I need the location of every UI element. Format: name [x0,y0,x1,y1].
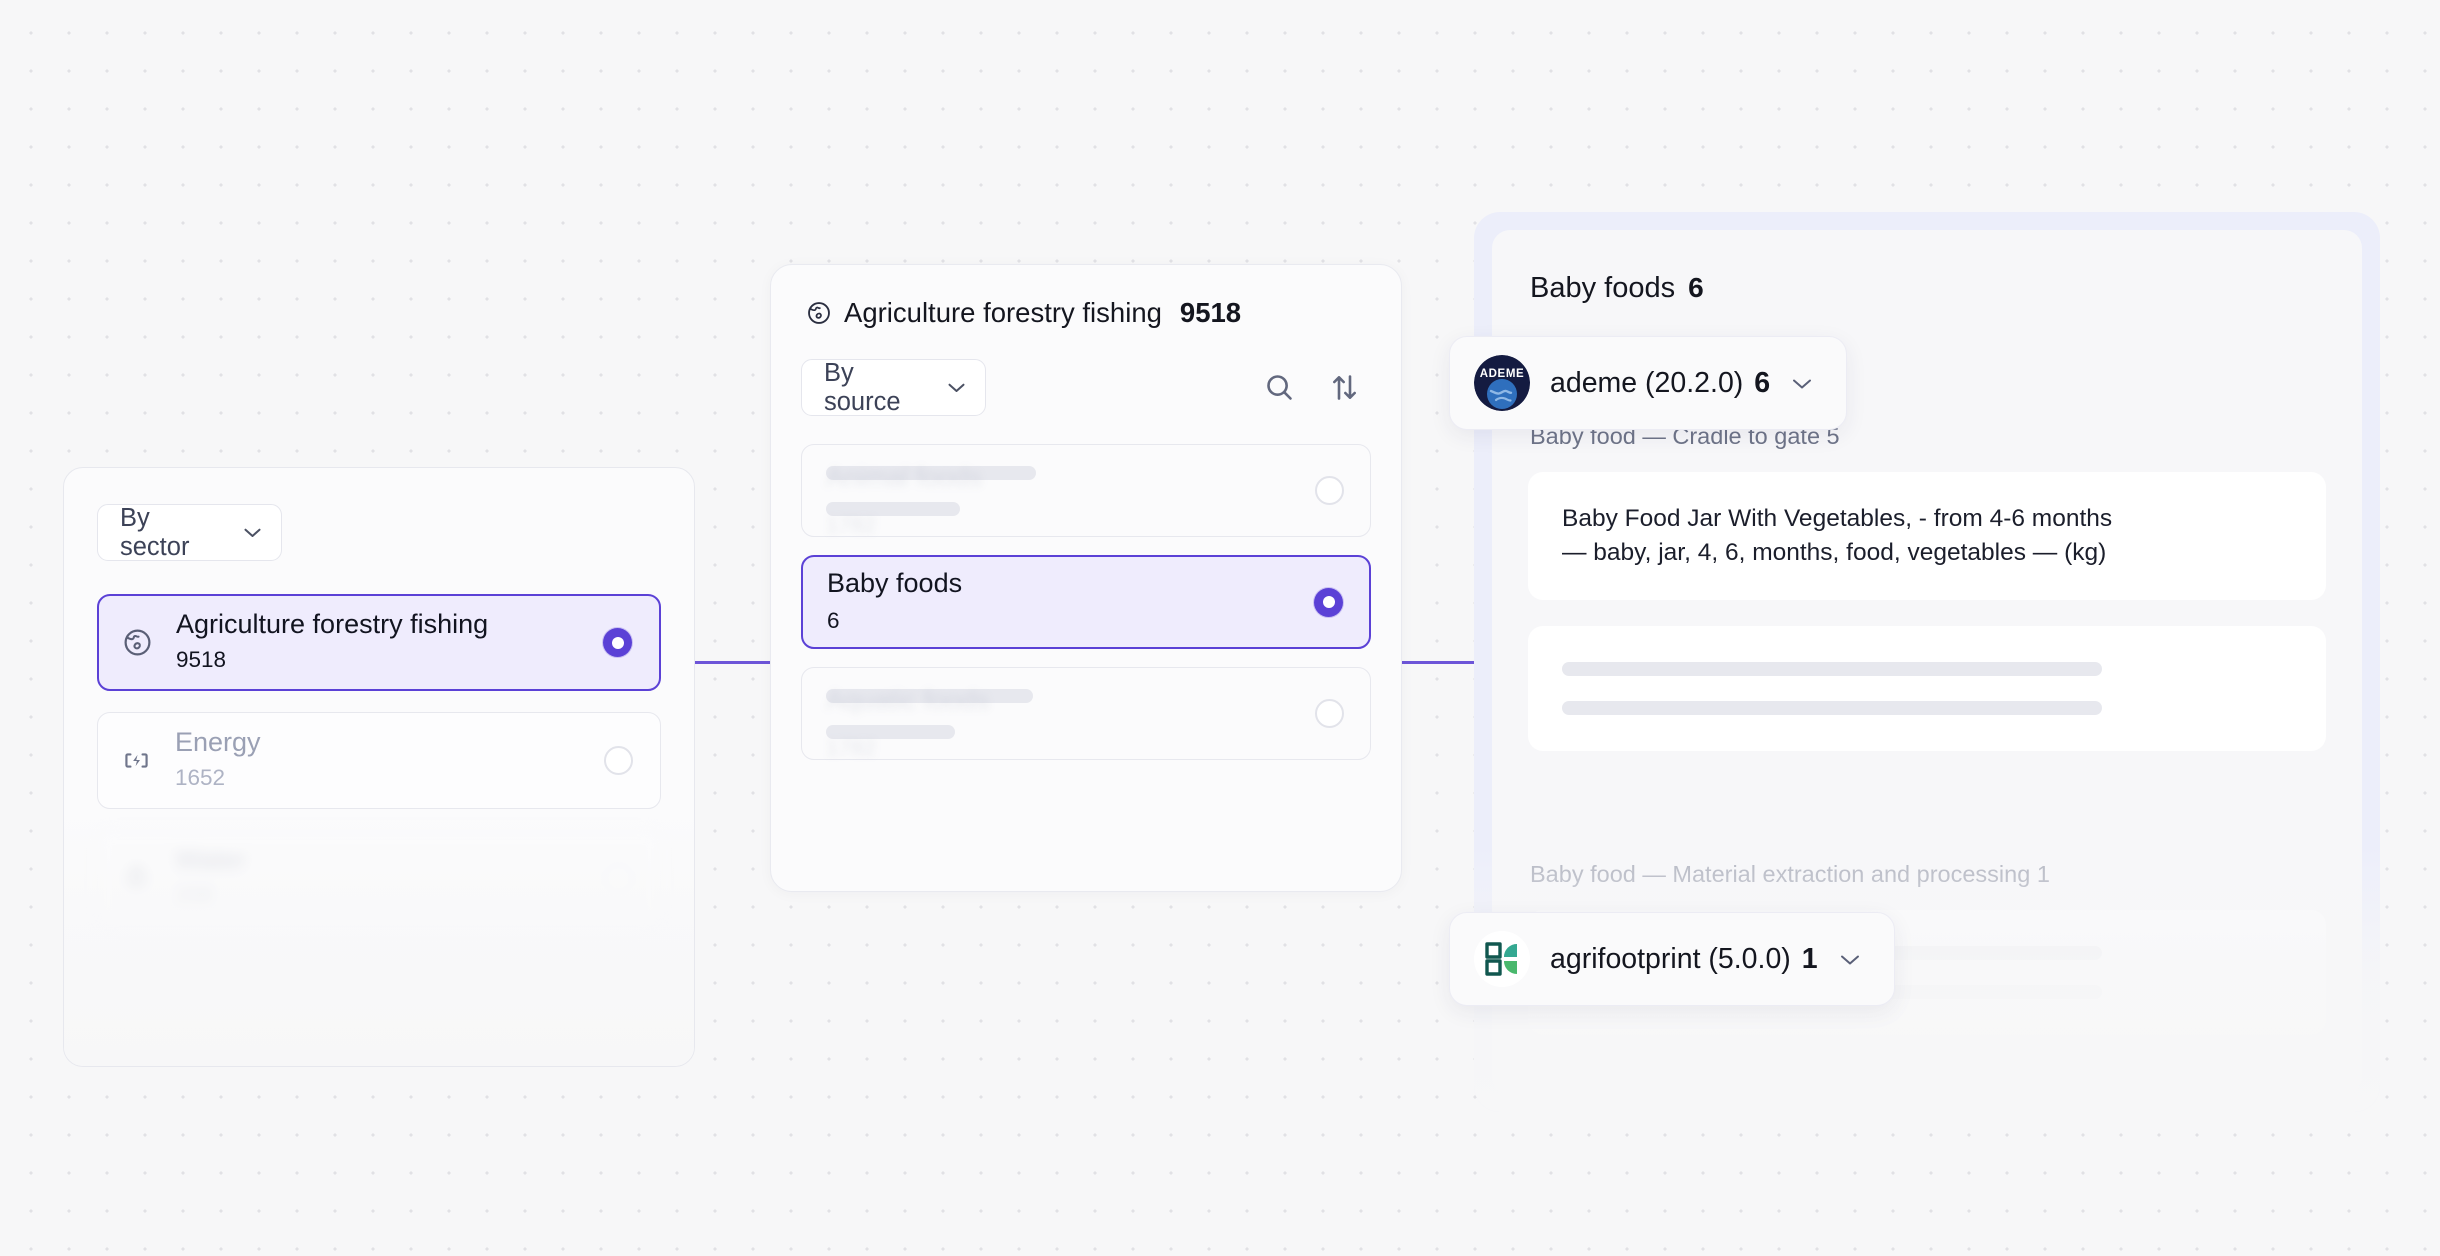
agrifootprint-logo-icon [1474,931,1530,987]
source-panel-toolbar: By source [801,359,1371,416]
skeleton-bar [826,688,1033,703]
sector-item-radio[interactable] [603,628,632,657]
flow-stage: By sector Agriculture forestry fishing 9… [0,0,2440,1256]
sort-arrows-icon[interactable] [1326,369,1363,406]
skeleton-bar [826,724,955,739]
source-item-radio[interactable] [1314,587,1343,617]
result-card-line-2: — baby, jar, 4, 6, months, food, vegetab… [1562,538,2107,566]
results-panel-title: Baby foods [1530,272,1676,304]
sector-item-water[interactable]: Water 208 [97,830,661,927]
source-panel-title: Agriculture forestry fishing 9518 [801,297,1371,329]
ademe-logo-icon: ADEME [1474,355,1530,411]
sector-item-name: Agriculture forestry fishing [176,609,489,640]
source-chip-agrifootprint[interactable]: agrifootprint (5.0.0) 1 [1449,912,1895,1006]
source-panel-title-count: 9518 [1179,297,1242,328]
sector-item-text: Energy 1652 [175,726,604,794]
sector-item-text: Agriculture forestry fishing 9518 [176,608,603,676]
source-item-skeleton: Aquatic foods 1782 [826,685,1315,760]
result-card-line-1: Baby Food Jar With Vegetables, - from 4-… [1562,505,2113,532]
source-panel: Agriculture forestry fishing 9518 By sou… [770,264,1402,892]
source-item-aquatic-foods[interactable]: Aquatic foods 1782 [801,667,1371,760]
by-source-select-label: By source [824,358,901,416]
sector-item-agriculture-forestry-fishing[interactable]: Agriculture forestry fishing 9518 [97,594,661,691]
sector-item-name: Energy [175,727,261,758]
by-sector-select-label: By sector [120,503,190,561]
globe-icon [805,300,832,327]
source-item-animal-foods[interactable]: Animal foods 1782 [801,444,1371,537]
source-item-skeleton: Animal foods 1782 [826,462,1315,537]
battery-charging-icon [120,744,153,777]
result-card-skeleton[interactable] [1528,625,2326,751]
results-group-label: Baby food — Material extraction and proc… [1530,860,2050,887]
by-source-select[interactable]: By source [801,359,986,416]
sector-item-name: Water [175,845,247,876]
source-chip-count: 1 [1801,942,1818,975]
source-item-baby-foods[interactable]: Baby foods 6 [801,555,1371,649]
source-item-count: 6 [827,608,840,634]
source-item-radio[interactable] [1315,476,1344,505]
skeleton-bar [826,501,960,516]
source-item-text: Baby foods 6 [827,566,1314,638]
chevron-down-icon [948,383,965,393]
sector-panel: By sector Agriculture forestry fishing 9… [63,467,695,1067]
sector-item-text: Water 208 [175,844,604,912]
chevron-down-icon[interactable] [1840,953,1860,965]
sector-item-energy[interactable]: Energy 1652 [97,712,661,809]
result-card-baby-food-jar[interactable]: Baby Food Jar With Vegetables, - from 4-… [1528,472,2326,600]
sector-item-count: 9518 [176,647,227,673]
results-panel-header: Baby foods 6 [1528,272,2326,305]
sector-item-radio[interactable] [604,864,633,893]
globe-icon [121,626,154,659]
search-icon[interactable] [1261,369,1298,406]
source-chip-label: ademe (20.2.0) [1550,366,1744,399]
source-item-name: Baby foods [827,568,963,599]
chevron-down-icon [244,528,261,538]
skeleton-bar [826,465,1036,480]
chevron-down-icon[interactable] [1792,377,1812,389]
source-chip-label: agrifootprint (5.0.0) [1550,942,1791,975]
results-panel-count: 6 [1688,272,1704,303]
sector-item-count: 1652 [175,765,226,791]
by-sector-select[interactable]: By sector [97,504,282,561]
sector-item-radio[interactable] [604,746,633,775]
sector-item-count: 208 [175,883,213,909]
source-chip-count: 6 [1754,366,1771,399]
skeleton-bar [1562,700,2102,715]
source-chip-ademe[interactable]: ADEME ademe (20.2.0) 6 [1449,336,1848,430]
water-drop-icon [120,862,153,895]
skeleton-bar [1562,661,2102,676]
source-item-radio[interactable] [1315,699,1344,728]
connector-right [1400,661,1480,664]
svg-text:ADEME: ADEME [1480,368,1525,380]
source-panel-title-name: Agriculture forestry fishing [844,297,1162,328]
